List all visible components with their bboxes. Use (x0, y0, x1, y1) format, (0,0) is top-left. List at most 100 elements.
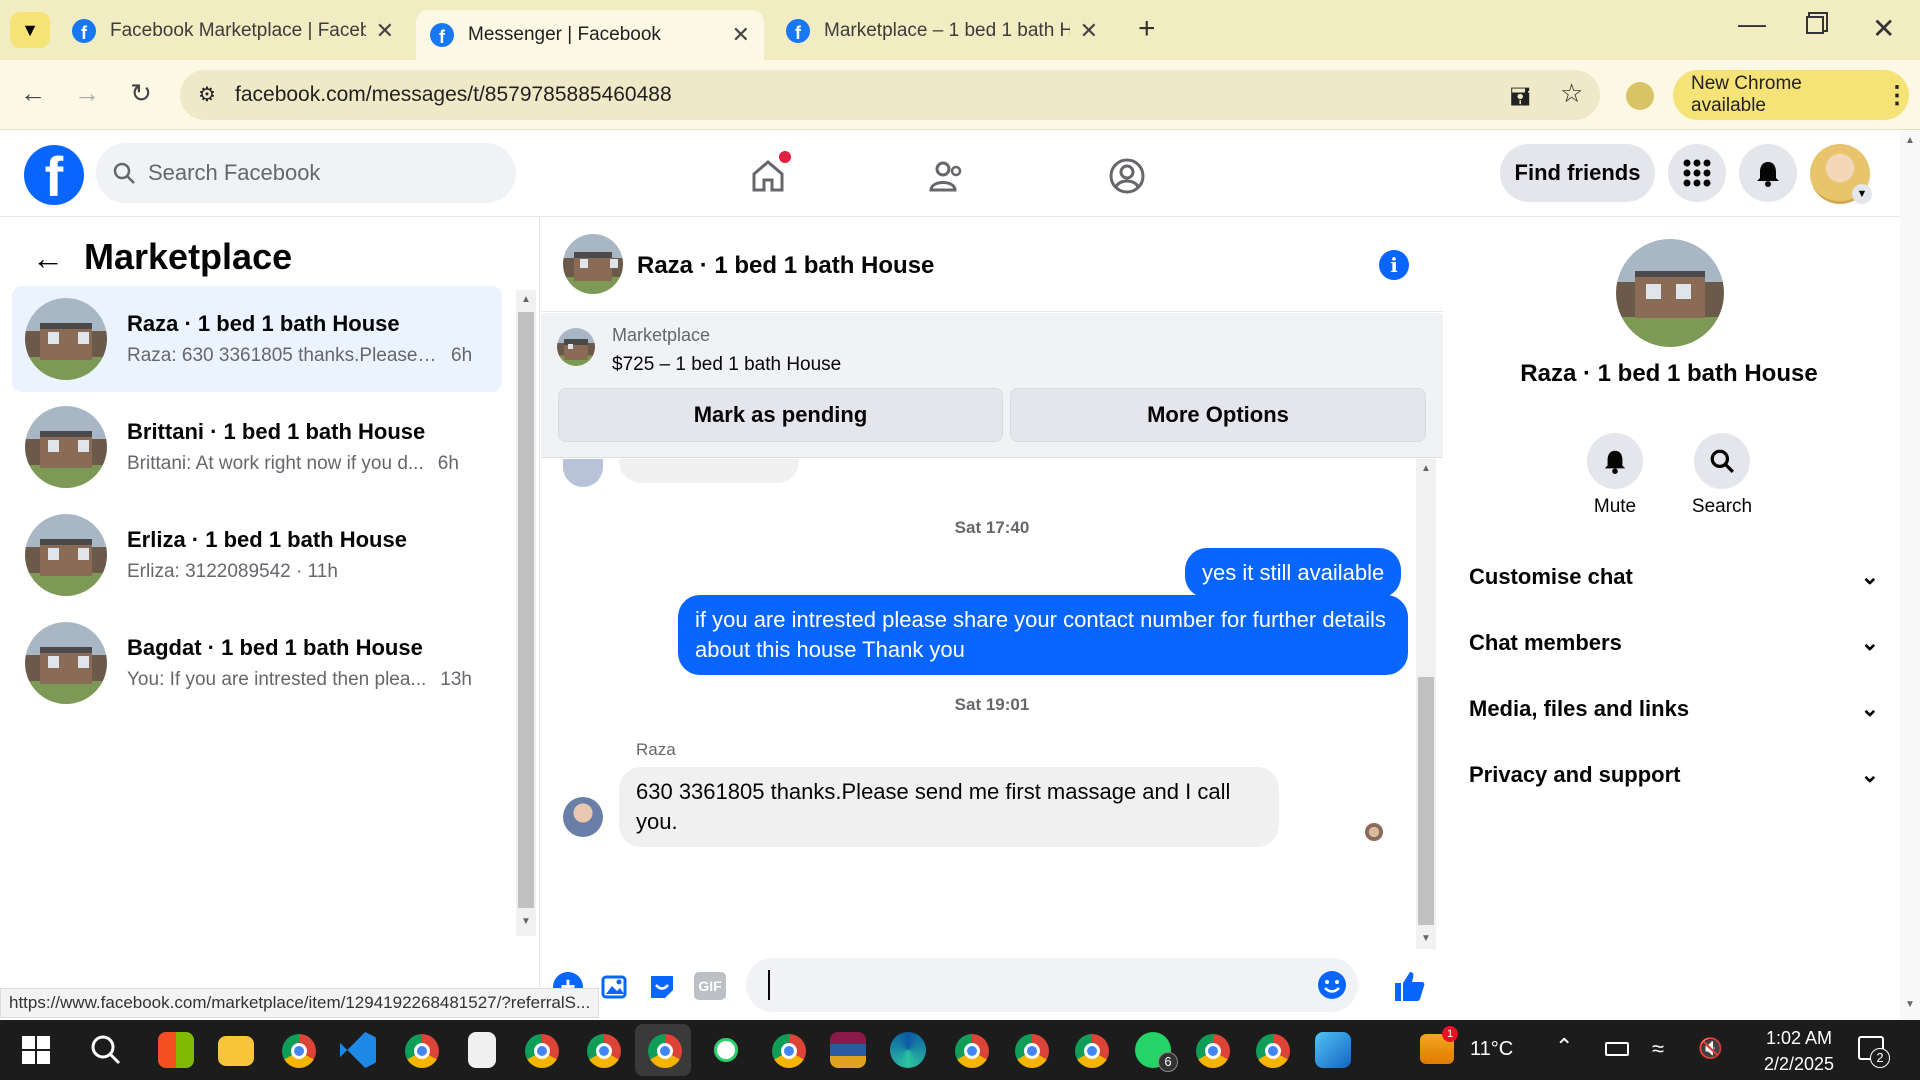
edge-icon[interactable] (890, 1032, 926, 1068)
chat-scrollbar[interactable]: ▲ ▼ (1416, 459, 1436, 949)
conversation-item-brittani[interactable]: Brittani · 1 bed 1 bath House Brittani: … (12, 394, 502, 500)
listing-title[interactable]: $725 – 1 bed 1 bath House (612, 354, 841, 376)
profile-icon[interactable] (1626, 82, 1654, 110)
file-explorer-icon[interactable] (218, 1036, 254, 1066)
thumbs-up-icon[interactable] (1391, 968, 1427, 1004)
scroll-down-arrow-icon[interactable]: ▼ (516, 916, 536, 927)
scroll-up-arrow-icon[interactable]: ▲ (516, 294, 536, 305)
home-nav-button[interactable] (743, 151, 793, 201)
customise-chat-section[interactable]: Customise chat ⌄ (1469, 564, 1879, 590)
install-app-icon[interactable]: 🖬 (1510, 80, 1530, 121)
chrome-profile-icon[interactable] (1015, 1034, 1049, 1068)
media-files-links-section[interactable]: Media, files and links ⌄ (1469, 696, 1879, 722)
conversation-item-bagdat[interactable]: Bagdat · 1 bed 1 bath House You: If you … (12, 610, 502, 716)
new-chrome-available-button[interactable]: New Chrome available ⋮ (1673, 70, 1909, 120)
find-friends-button[interactable]: Find friends (1500, 144, 1655, 202)
notifications-button[interactable] (1739, 144, 1797, 202)
clock-time[interactable]: 1:02 AM (1754, 1028, 1844, 1049)
restore-button[interactable] (1806, 16, 1824, 34)
conversation-time: 11h (307, 561, 338, 582)
chrome-profile-icon[interactable] (1075, 1034, 1109, 1068)
new-tab-button[interactable]: + (1138, 12, 1156, 46)
wifi-icon[interactable]: ≈ (1652, 1036, 1664, 1062)
back-arrow-icon[interactable]: ← (32, 240, 64, 277)
vscode-icon[interactable] (340, 1032, 376, 1068)
gif-icon[interactable]: GIF (694, 972, 726, 1000)
chrome-profile-icon[interactable] (955, 1034, 989, 1068)
back-button[interactable]: ← (16, 78, 50, 109)
facebook-logo-icon[interactable]: f (24, 145, 84, 205)
sender-avatar[interactable] (563, 797, 603, 837)
browser-tab-listing[interactable]: f Marketplace – 1 bed 1 bath Ho ✕ (772, 10, 1112, 52)
mute-button[interactable] (1587, 433, 1643, 489)
search-icon[interactable] (88, 1032, 124, 1068)
separator-dot: · (290, 561, 308, 582)
scroll-up-arrow-icon[interactable]: ▲ (1416, 463, 1436, 474)
search-facebook-input[interactable]: Search Facebook (96, 143, 516, 203)
photos-icon[interactable] (1315, 1032, 1351, 1068)
window-close-button[interactable]: ✕ (1872, 12, 1895, 45)
chrome-profile-icon[interactable] (648, 1034, 682, 1068)
chrome-icon[interactable] (282, 1034, 316, 1068)
microsoft-store-icon[interactable] (158, 1032, 194, 1068)
mark-as-pending-button[interactable]: Mark as pending (558, 388, 1003, 442)
listing-thumbnail[interactable] (557, 328, 595, 366)
friends-nav-button[interactable] (922, 151, 972, 201)
windows-start-icon[interactable] (18, 1032, 54, 1068)
sticker-icon[interactable] (647, 972, 677, 1002)
more-options-button[interactable]: More Options (1010, 388, 1426, 442)
emoji-icon[interactable] (1317, 970, 1347, 1000)
whatsapp-icon[interactable] (708, 1032, 744, 1068)
scroll-down-arrow-icon[interactable]: ▼ (1416, 933, 1436, 944)
chrome-profile-icon[interactable] (1196, 1034, 1230, 1068)
close-icon[interactable]: ✕ (376, 18, 394, 44)
scrollbar-thumb[interactable] (1418, 677, 1434, 925)
chevron-up-icon[interactable]: ⌃ (1555, 1034, 1573, 1060)
bookmark-star-icon[interactable]: ☆ (1560, 78, 1583, 109)
address-bar[interactable]: ⚙ facebook.com/messages/t/85797858854604… (180, 70, 1600, 120)
site-info-icon[interactable]: ⚙ (198, 82, 216, 107)
close-icon[interactable]: ✕ (1080, 18, 1098, 44)
search-in-chat-button[interactable] (1694, 433, 1750, 489)
battery-icon[interactable] (1605, 1042, 1629, 1056)
chrome-profile-icon[interactable] (405, 1034, 439, 1068)
outgoing-message-bubble[interactable]: if you are intrested please share your c… (678, 595, 1408, 675)
chrome-profile-icon[interactable] (772, 1034, 806, 1068)
notepad-icon[interactable] (468, 1032, 496, 1068)
chrome-profile-icon[interactable] (587, 1034, 621, 1068)
speaker-muted-icon[interactable]: 🔇 (1698, 1036, 1723, 1061)
conversation-item-erliza[interactable]: Erliza · 1 bed 1 bath House Erliza: 3122… (12, 502, 502, 608)
minimize-button[interactable]: — (1738, 8, 1766, 40)
message-composer: + GIF (541, 950, 1443, 1018)
scrollbar-thumb[interactable] (518, 312, 534, 908)
privacy-support-section[interactable]: Privacy and support ⌄ (1469, 762, 1879, 788)
account-chevron-icon[interactable]: ▼ (1852, 184, 1872, 204)
incoming-message-bubble[interactable]: 630 3361805 thanks.Please send me first … (619, 767, 1279, 847)
chat-title[interactable]: Raza · 1 bed 1 bath House (637, 252, 934, 280)
forward-button[interactable]: → (70, 78, 104, 109)
conversation-list-scrollbar[interactable]: ▲ ▼ (516, 290, 536, 936)
outgoing-message-bubble[interactable]: yes it still available (1185, 548, 1402, 598)
winrar-icon[interactable] (830, 1032, 866, 1068)
browser-tab-messenger[interactable]: f Messenger | Facebook ✕ (416, 10, 764, 60)
message-input[interactable] (746, 958, 1358, 1012)
photo-icon[interactable] (600, 972, 630, 1002)
conversation-item-raza[interactable]: Raza · 1 bed 1 bath House Raza: 630 3361… (12, 286, 502, 392)
profile-nav-button[interactable] (1102, 151, 1152, 201)
chat-members-section[interactable]: Chat members ⌄ (1469, 630, 1879, 656)
page-scrollbar[interactable]: ▲ ▼ (1900, 131, 1920, 1020)
chrome-profile-icon[interactable] (1256, 1034, 1290, 1068)
tab-search-button[interactable]: ▼ (10, 12, 50, 48)
chrome-icon[interactable] (525, 1034, 559, 1068)
scroll-up-arrow-icon[interactable]: ▲ (1900, 135, 1920, 146)
chat-header-avatar[interactable] (563, 234, 623, 294)
reload-button[interactable]: ↻ (124, 78, 158, 109)
close-icon[interactable]: ✕ (732, 22, 750, 48)
clock-date[interactable]: 2/2/2025 (1754, 1054, 1844, 1075)
weather-temp[interactable]: 11°C (1470, 1038, 1513, 1061)
menu-button[interactable] (1668, 144, 1726, 202)
details-avatar[interactable] (1616, 239, 1724, 347)
chat-info-icon[interactable]: i (1379, 250, 1409, 280)
browser-tab-marketplace[interactable]: f Facebook Marketplace | Facebo ✕ (58, 10, 408, 52)
scroll-down-arrow-icon[interactable]: ▼ (1900, 999, 1920, 1010)
